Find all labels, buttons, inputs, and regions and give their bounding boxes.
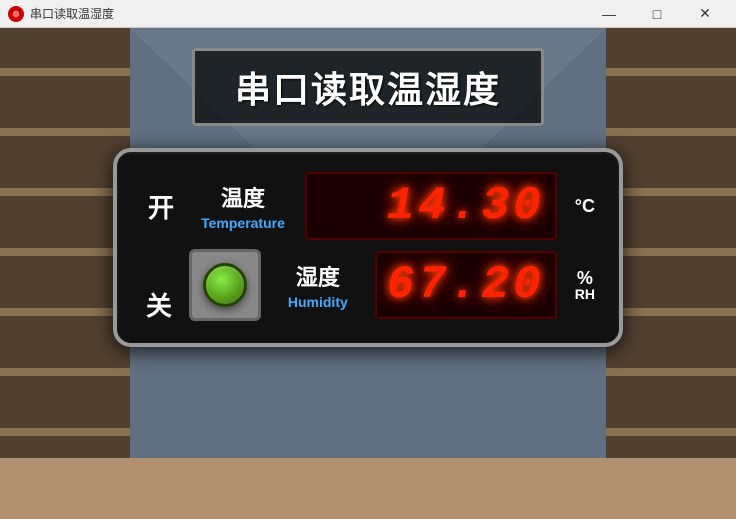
display-panel: 开 温度 Temperature 14.30 °C 关 xyxy=(113,148,623,347)
humidity-english-label: Humidity xyxy=(288,294,348,310)
humidity-label-group: 湿度 Humidity xyxy=(273,260,363,310)
toggle-switch-button[interactable] xyxy=(203,263,247,307)
status-on-label: 开 xyxy=(141,188,181,225)
title-container: 串口读取温湿度 xyxy=(192,48,544,126)
window-controls: — □ ✕ xyxy=(586,0,728,28)
humidity-unit-percent: % xyxy=(577,269,593,287)
main-title: 串口读取温湿度 xyxy=(235,61,501,113)
humidity-value: 67.20 xyxy=(387,259,545,311)
maximize-button[interactable]: □ xyxy=(634,0,680,28)
temperature-display: 14.30 xyxy=(305,172,557,240)
toggle-switch-container[interactable] xyxy=(189,249,261,321)
app-icon xyxy=(8,6,24,22)
temperature-label-group: 温度 Temperature xyxy=(193,181,293,231)
temperature-value: 14.30 xyxy=(387,180,545,232)
humidity-unit-rh: RH xyxy=(575,287,595,301)
temperature-english-label: Temperature xyxy=(201,215,285,231)
temperature-row: 开 温度 Temperature 14.30 °C xyxy=(141,172,595,240)
close-button[interactable]: ✕ xyxy=(682,0,728,28)
temperature-unit: °C xyxy=(575,197,595,215)
window-titlebar: 串口读取温湿度 — □ ✕ xyxy=(0,0,736,28)
temperature-chinese-label: 温度 xyxy=(221,181,265,213)
title-bar-left: 串口读取温湿度 xyxy=(8,5,586,22)
minimize-button[interactable]: — xyxy=(586,0,632,28)
background: 串口读取温湿度 开 温度 Temperature 14.30 °C 关 xyxy=(0,28,736,519)
humidity-unit: % RH xyxy=(575,269,595,301)
temperature-unit-top: °C xyxy=(575,197,595,215)
humidity-row: 关 湿度 Humidity 67.20 % RH xyxy=(141,246,595,323)
window-title-text: 串口读取温湿度 xyxy=(30,5,114,22)
panel-inner: 开 温度 Temperature 14.30 °C 关 xyxy=(141,172,595,323)
humidity-display: 67.20 xyxy=(375,251,557,319)
humidity-chinese-label: 湿度 xyxy=(296,260,340,292)
status-off-label: 关 xyxy=(141,286,177,323)
